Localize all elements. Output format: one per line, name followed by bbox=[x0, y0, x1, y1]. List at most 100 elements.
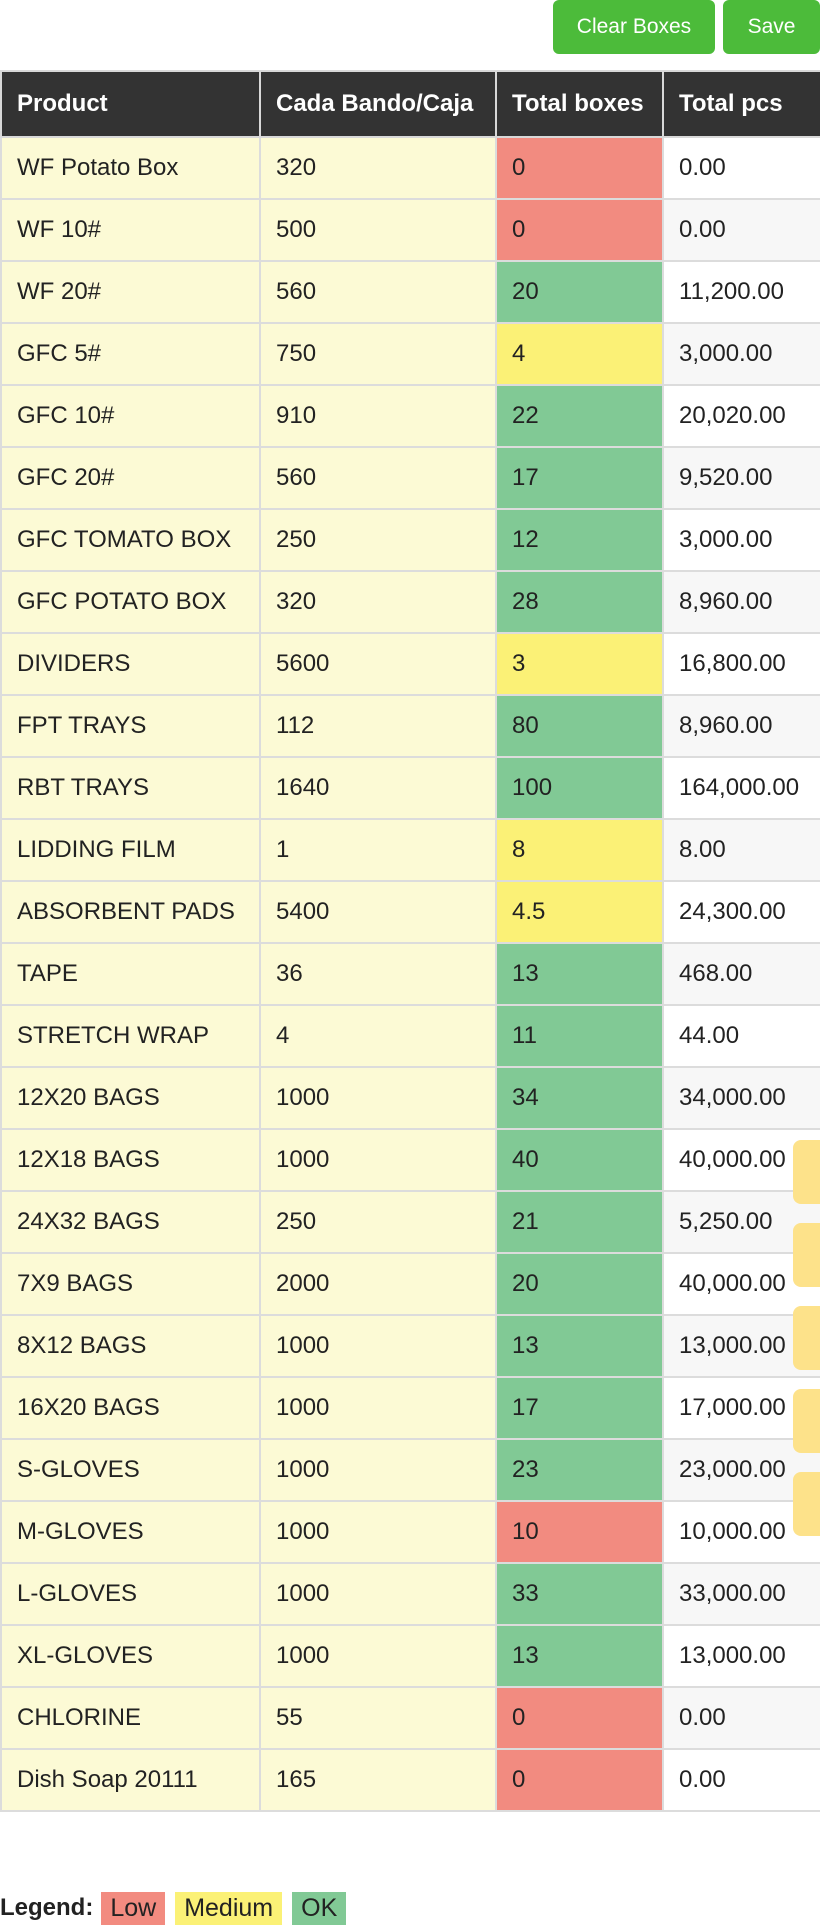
table-body: WF Potato Box 320 0 0.00 WF 10# 500 0 0.00 WF 20… bbox=[0, 136, 820, 1812]
total-boxes-cell[interactable]: 28 bbox=[495, 570, 664, 634]
total-boxes-cell[interactable]: 17 bbox=[495, 446, 664, 510]
total-boxes-cell[interactable]: 0 bbox=[495, 1686, 664, 1750]
cada-cell: 1000 bbox=[259, 1500, 497, 1564]
total-boxes-cell[interactable]: 20 bbox=[495, 1252, 664, 1316]
total-pcs-cell: 164,000.00 bbox=[662, 756, 820, 820]
cada-cell: 1000 bbox=[259, 1066, 497, 1130]
total-boxes-cell[interactable]: 4.5 bbox=[495, 880, 664, 944]
total-pcs-cell: 0.00 bbox=[662, 136, 820, 200]
table-row: 16X20 BAGS 1000 17 17,000.00 bbox=[0, 1376, 820, 1440]
cada-cell: 5400 bbox=[259, 880, 497, 944]
table-row: WF Potato Box 320 0 0.00 bbox=[0, 136, 820, 200]
table-row: GFC TOMATO BOX 250 12 3,000.00 bbox=[0, 508, 820, 572]
table-row: WF 20# 560 20 11,200.00 bbox=[0, 260, 820, 324]
total-boxes-cell[interactable]: 80 bbox=[495, 694, 664, 758]
product-cell: TAPE bbox=[0, 942, 261, 1006]
side-tab-handle[interactable] bbox=[793, 1389, 820, 1453]
total-pcs-cell: 0.00 bbox=[662, 1748, 820, 1812]
total-boxes-cell[interactable]: 3 bbox=[495, 632, 664, 696]
cada-cell: 112 bbox=[259, 694, 497, 758]
table-row: DIVIDERS 5600 3 16,800.00 bbox=[0, 632, 820, 696]
total-boxes-cell[interactable]: 22 bbox=[495, 384, 664, 448]
side-tab-handle[interactable] bbox=[793, 1140, 820, 1204]
cada-cell: 55 bbox=[259, 1686, 497, 1750]
total-pcs-cell: 0.00 bbox=[662, 1686, 820, 1750]
total-boxes-cell[interactable]: 10 bbox=[495, 1500, 664, 1564]
total-boxes-cell[interactable]: 12 bbox=[495, 508, 664, 572]
product-cell: GFC TOMATO BOX bbox=[0, 508, 261, 572]
table-row: GFC 20# 560 17 9,520.00 bbox=[0, 446, 820, 510]
total-pcs-cell: 24,300.00 bbox=[662, 880, 820, 944]
total-boxes-cell[interactable]: 13 bbox=[495, 942, 664, 1006]
total-pcs-cell: 8,960.00 bbox=[662, 570, 820, 634]
total-boxes-cell[interactable]: 20 bbox=[495, 260, 664, 324]
product-cell: GFC 20# bbox=[0, 446, 261, 510]
cada-cell: 5600 bbox=[259, 632, 497, 696]
total-boxes-cell[interactable]: 34 bbox=[495, 1066, 664, 1130]
legend: Legend: Low Medium OK bbox=[0, 1890, 356, 1926]
product-cell: Dish Soap 20111 bbox=[0, 1748, 261, 1812]
side-tab-handle[interactable] bbox=[793, 1472, 820, 1536]
table-row: 7X9 BAGS 2000 20 40,000.00 bbox=[0, 1252, 820, 1316]
product-cell: 12X20 BAGS bbox=[0, 1066, 261, 1130]
save-button[interactable]: Save bbox=[723, 0, 820, 54]
cada-cell: 1000 bbox=[259, 1376, 497, 1440]
total-pcs-cell: 13,000.00 bbox=[662, 1624, 820, 1688]
table-row: 8X12 BAGS 1000 13 13,000.00 bbox=[0, 1314, 820, 1378]
table-row: FPT TRAYS 112 80 8,960.00 bbox=[0, 694, 820, 758]
product-cell: STRETCH WRAP bbox=[0, 1004, 261, 1068]
table-row: 12X18 BAGS 1000 40 40,000.00 bbox=[0, 1128, 820, 1192]
table-row: 24X32 BAGS 250 21 5,250.00 bbox=[0, 1190, 820, 1254]
total-pcs-cell: 8,960.00 bbox=[662, 694, 820, 758]
product-cell: 8X12 BAGS bbox=[0, 1314, 261, 1378]
product-cell: S-GLOVES bbox=[0, 1438, 261, 1502]
cada-cell: 2000 bbox=[259, 1252, 497, 1316]
product-cell: 12X18 BAGS bbox=[0, 1128, 261, 1192]
total-pcs-cell: 9,520.00 bbox=[662, 446, 820, 510]
total-boxes-cell[interactable]: 0 bbox=[495, 198, 664, 262]
cada-cell: 1000 bbox=[259, 1128, 497, 1192]
side-tab-handle[interactable] bbox=[793, 1306, 820, 1370]
total-boxes-cell[interactable]: 40 bbox=[495, 1128, 664, 1192]
toolbar: Clear Boxes Save bbox=[0, 0, 820, 56]
total-boxes-cell[interactable]: 8 bbox=[495, 818, 664, 882]
product-cell: 7X9 BAGS bbox=[0, 1252, 261, 1316]
table-row: 12X20 BAGS 1000 34 34,000.00 bbox=[0, 1066, 820, 1130]
legend-title: Legend: bbox=[0, 1894, 94, 1921]
cada-cell: 1000 bbox=[259, 1314, 497, 1378]
total-pcs-cell: 3,000.00 bbox=[662, 508, 820, 572]
total-boxes-cell[interactable]: 17 bbox=[495, 1376, 664, 1440]
cada-cell: 910 bbox=[259, 384, 497, 448]
table-header-row: Product Cada Bando/Caja Total boxes Tota… bbox=[0, 70, 820, 138]
cada-cell: 1000 bbox=[259, 1562, 497, 1626]
table-row: M-GLOVES 1000 10 10,000.00 bbox=[0, 1500, 820, 1564]
total-boxes-cell[interactable]: 11 bbox=[495, 1004, 664, 1068]
column-header-product: Product bbox=[0, 70, 261, 138]
total-boxes-cell[interactable]: 33 bbox=[495, 1562, 664, 1626]
total-boxes-cell[interactable]: 13 bbox=[495, 1624, 664, 1688]
legend-low: Low bbox=[101, 1891, 166, 1925]
column-header-total-pcs: Total pcs bbox=[662, 70, 820, 138]
inventory-table: Product Cada Bando/Caja Total boxes Tota… bbox=[0, 70, 820, 1812]
table-row: XL-GLOVES 1000 13 13,000.00 bbox=[0, 1624, 820, 1688]
total-boxes-cell[interactable]: 0 bbox=[495, 136, 664, 200]
cada-cell: 320 bbox=[259, 136, 497, 200]
cada-cell: 1 bbox=[259, 818, 497, 882]
cada-cell: 560 bbox=[259, 446, 497, 510]
clear-boxes-button[interactable]: Clear Boxes bbox=[553, 0, 715, 54]
total-boxes-cell[interactable]: 100 bbox=[495, 756, 664, 820]
total-boxes-cell[interactable]: 23 bbox=[495, 1438, 664, 1502]
total-boxes-cell[interactable]: 0 bbox=[495, 1748, 664, 1812]
table-row: CHLORINE 55 0 0.00 bbox=[0, 1686, 820, 1750]
side-tab-handle[interactable] bbox=[793, 1223, 820, 1287]
cada-cell: 250 bbox=[259, 1190, 497, 1254]
total-boxes-cell[interactable]: 13 bbox=[495, 1314, 664, 1378]
column-header-cada: Cada Bando/Caja bbox=[259, 70, 497, 138]
total-boxes-cell[interactable]: 4 bbox=[495, 322, 664, 386]
product-cell: RBT TRAYS bbox=[0, 756, 261, 820]
cada-cell: 750 bbox=[259, 322, 497, 386]
product-cell: GFC 5# bbox=[0, 322, 261, 386]
product-cell: GFC 10# bbox=[0, 384, 261, 448]
cada-cell: 165 bbox=[259, 1748, 497, 1812]
total-boxes-cell[interactable]: 21 bbox=[495, 1190, 664, 1254]
